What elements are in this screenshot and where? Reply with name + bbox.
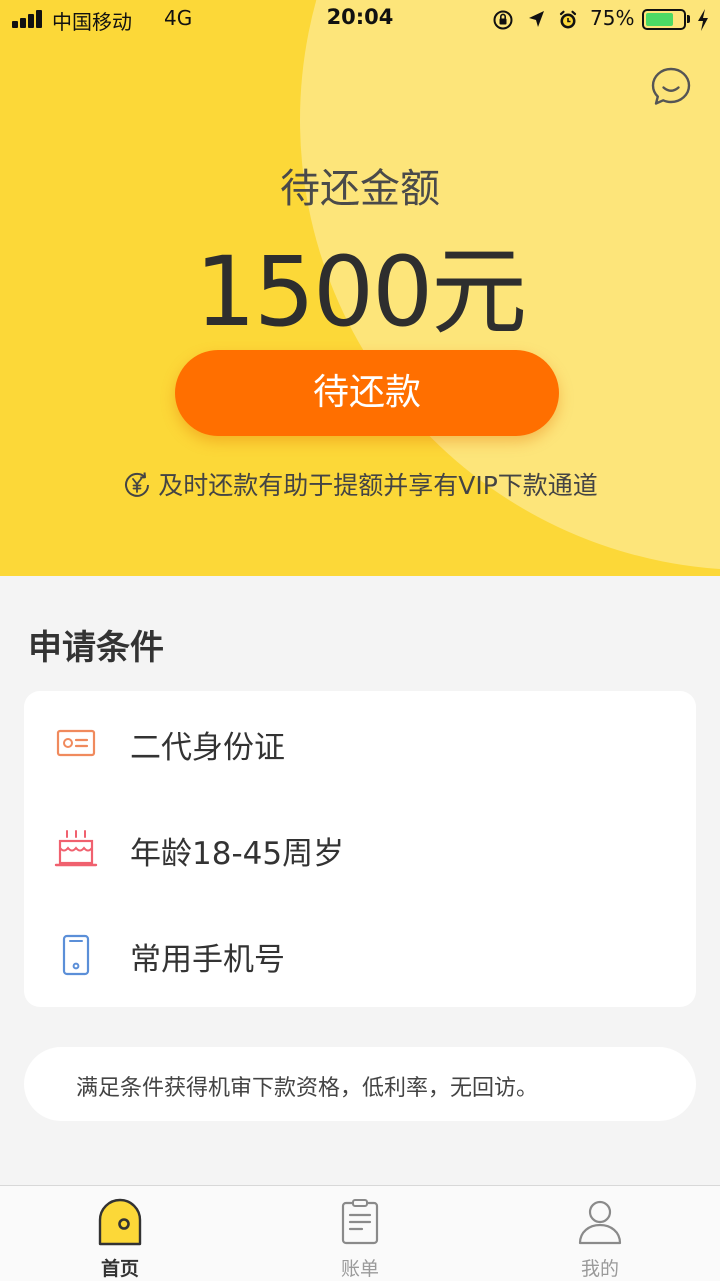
- conditions-title: 申请条件: [28, 628, 164, 668]
- pending-amount-label: 待还金额: [280, 166, 440, 212]
- tab-mine[interactable]: 我的: [480, 1186, 720, 1281]
- condition-item-id-card: 二代身份证: [24, 713, 696, 773]
- charging-bolt-icon: [698, 9, 708, 31]
- repay-button[interactable]: 待还款: [175, 350, 559, 436]
- condition-item-phone: 常用手机号: [24, 925, 696, 985]
- battery-percent: 75%: [590, 6, 635, 30]
- tab-label: 账单: [340, 1258, 379, 1280]
- id-card-icon: [56, 729, 96, 757]
- repay-tip-text: 及时还款有助于提额并享有VIP下款通道: [158, 471, 598, 500]
- conditions-card: 二代身份证 年龄18-45周岁 常用手机号: [24, 691, 696, 1007]
- condition-label: 常用手机号: [130, 942, 285, 978]
- conditions-note-text: 满足条件获得机审下款资格，低利率，无回访。: [76, 1076, 539, 1101]
- tab-bills[interactable]: 账单: [240, 1186, 480, 1281]
- condition-label: 年龄18-45周岁: [130, 836, 345, 872]
- birthday-cake-icon: [54, 830, 98, 867]
- location-arrow-icon: [529, 11, 544, 27]
- alarm-clock-icon: [559, 10, 577, 29]
- bill-icon: [341, 1199, 379, 1245]
- tab-label: 首页: [100, 1258, 139, 1280]
- repay-tip: 及时还款有助于提额并享有VIP下款通道: [0, 466, 720, 502]
- status-icons: [493, 10, 577, 30]
- battery-level-fill: [646, 13, 673, 26]
- home-icon: [98, 1198, 142, 1246]
- pending-amount-value: 1500元: [194, 236, 527, 348]
- conditions-note: 满足条件获得机审下款资格，低利率，无回访。: [24, 1047, 696, 1121]
- user-icon: [578, 1200, 622, 1245]
- bottom-tab-bar: 首页 账单 我的: [0, 1185, 720, 1281]
- status-bar: 中国移动 4G 20:04 75%: [0, 0, 720, 40]
- tab-label: 我的: [580, 1258, 619, 1280]
- orientation-lock-icon: [493, 10, 513, 30]
- customer-service-chat-icon[interactable]: [650, 66, 692, 108]
- mobile-phone-icon: [62, 934, 90, 976]
- yuan-refresh-icon: [125, 472, 150, 497]
- condition-label: 二代身份证: [130, 730, 285, 766]
- battery-icon: [642, 9, 686, 30]
- condition-item-age: 年龄18-45周岁: [24, 819, 696, 879]
- tab-home[interactable]: 首页: [0, 1186, 240, 1281]
- battery-cap: [687, 15, 690, 23]
